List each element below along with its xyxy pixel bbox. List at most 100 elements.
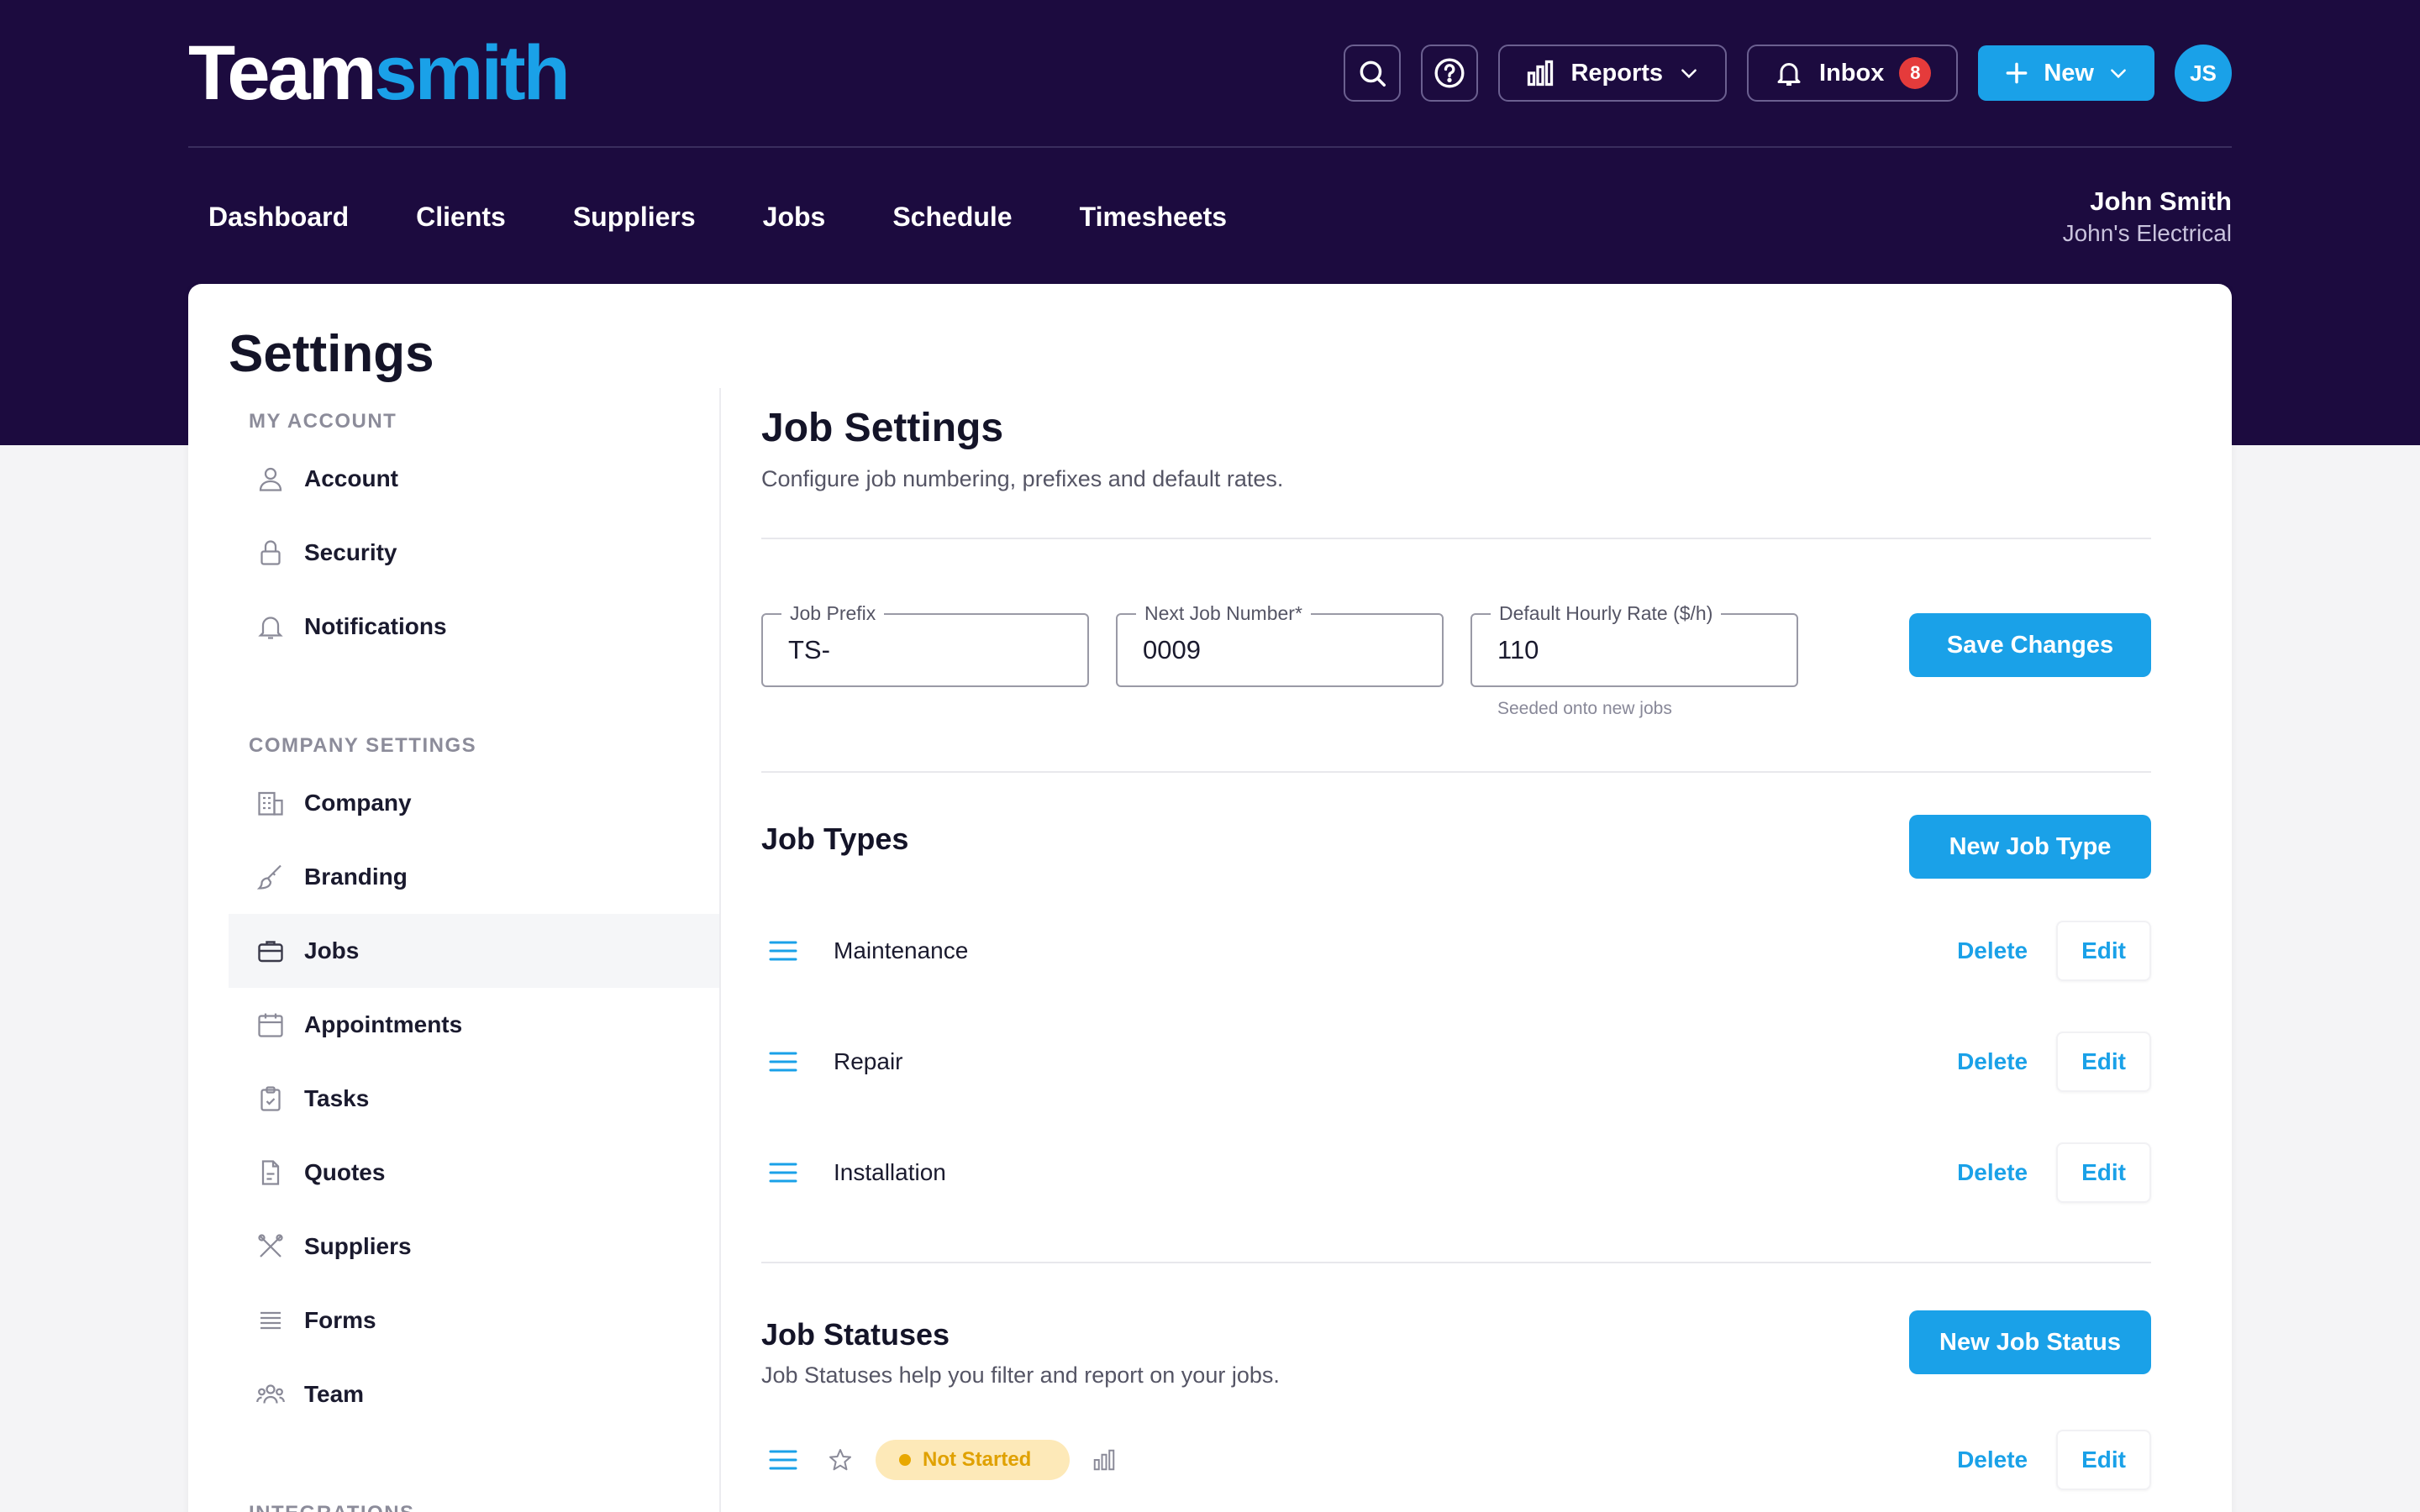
job-types-title: Job Types [761,822,909,856]
job-type-name: Installation [834,1159,946,1185]
sidebar-item-suppliers[interactable]: Suppliers [229,1210,719,1284]
job-types-header: Job Types New Job Type [761,815,2151,879]
status-dot [899,1454,911,1466]
sidebar-item-label: Suppliers [304,1233,412,1259]
drag-handle-icon[interactable] [766,1156,800,1189]
sidebar-item-label: Appointments [304,1011,463,1037]
job-type-actions: Delete Edit [1933,921,2151,981]
job-status-actions: Delete Edit [1933,1430,2151,1490]
sidebar-item-label: Tasks [304,1085,370,1111]
job-prefix-field[interactable]: Job Prefix TS- [761,602,1089,687]
sidebar-item-team[interactable]: Team [229,1357,719,1431]
next-job-number-field[interactable]: Next Job Number* 0009 [1116,602,1444,687]
star-icon[interactable] [827,1446,854,1473]
nav-suppliers[interactable]: Suppliers [573,202,696,233]
nav-timesheets[interactable]: Timesheets [1080,202,1228,233]
clipboard-check-icon [260,1086,281,1111]
inbox-label: Inbox [1819,59,1885,87]
settings-sidebar: MY ACCOUNT Account Security Notification… [229,388,721,1512]
job-prefix-value: TS- [788,635,830,664]
search-button[interactable] [1344,45,1402,102]
next-job-number-value: 0009 [1143,635,1201,664]
job-statuses-subtitle: Job Statuses help you filter and report … [761,1362,1280,1388]
job-settings-subtitle: Configure job numbering, prefixes and de… [761,466,1284,491]
user-avatar[interactable]: JS [2175,45,2232,102]
delete-button[interactable]: Delete [1933,1033,2051,1090]
lock-icon [260,540,281,565]
drag-handle-icon[interactable] [766,934,800,968]
sidebar-item-label: Security [304,539,397,565]
nav-links: Dashboard Clients Suppliers Jobs Schedul… [188,202,1227,233]
hourly-rate-helper: Seeded onto new jobs [1497,699,1672,718]
logo[interactable]: Teamsmith [188,34,571,112]
nav-schedule[interactable]: Schedule [892,202,1012,233]
delete-button[interactable]: Delete [1933,1144,2051,1201]
nav-jobs[interactable]: Jobs [763,202,826,233]
job-type-row: Maintenance Delete Edit [761,895,2151,1006]
sidebar-item-label: Quotes [304,1159,386,1185]
status-label: Not Started [923,1448,1032,1471]
sidebar-item-quotes[interactable]: Quotes [229,1136,719,1210]
delete-button[interactable]: Delete [1933,1431,2051,1488]
sidebar-item-company[interactable]: Company [229,766,719,840]
edit-button[interactable]: Edit [2056,1032,2151,1092]
status-badge: Not Started [876,1440,1071,1480]
new-job-type-button[interactable]: New Job Type [1909,815,2151,879]
nav-clients[interactable]: Clients [416,202,506,233]
drag-handle-icon[interactable] [766,1443,800,1477]
list-lines-icon [260,1311,281,1330]
new-job-status-button[interactable]: New Job Status [1909,1310,2151,1374]
main-nav: Dashboard Clients Suppliers Jobs Schedul… [188,150,2232,284]
job-type-row: Repair Delete Edit [761,1006,2151,1117]
sidebar-item-security[interactable]: Security [229,516,719,590]
edit-button[interactable]: Edit [2056,1142,2151,1203]
job-type-actions: Delete Edit [1933,1142,2151,1203]
sidebar-item-label: Jobs [304,937,360,963]
user-name: John Smith [2090,186,2232,216]
sidebar-item-tasks[interactable]: Tasks [229,1062,719,1136]
logo-part-smith: smith [374,30,571,116]
job-type-name: Maintenance [834,937,969,963]
delete-button[interactable]: Delete [1933,922,2051,979]
hourly-rate-label: Default Hourly Rate ($/h) [1491,602,1722,625]
brush-icon [256,864,281,890]
calendar-icon [258,1013,283,1037]
hourly-rate-field[interactable]: Default Hourly Rate ($/h) 110 Seeded ont… [1470,602,1798,718]
sidebar-item-label: Branding [304,864,408,890]
document-icon [261,1160,280,1185]
bell-icon [258,617,283,639]
header-actions: Reports Inbox 8 New JS [1344,45,2232,102]
chevron-down-icon [2111,69,2126,79]
sidebar-item-appointments[interactable]: Appointments [229,988,719,1062]
tools-icon [258,1234,283,1257]
sidebar-item-branding[interactable]: Branding [229,840,719,914]
app-header: Teamsmith Reports Inbox 8 New JS [188,0,2232,148]
sidebar-item-notifications[interactable]: Notifications [229,590,719,664]
plus-icon [2006,62,2028,84]
sidebar-item-label: Account [304,465,398,491]
help-button[interactable] [1421,45,1479,102]
bar-chart-icon[interactable] [1092,1447,1117,1473]
edit-button[interactable]: Edit [2056,921,2151,981]
job-type-name: Repair [834,1048,903,1074]
job-settings-content: Job Settings Configure job numbering, pr… [761,388,2151,1490]
drag-handle-icon[interactable] [766,1045,800,1079]
save-changes-button[interactable]: Save Changes [1909,613,2151,677]
user-info[interactable]: John Smith John's Electrical [2063,186,2232,247]
edit-button[interactable]: Edit [2056,1430,2151,1490]
inbox-count-badge: 8 [1899,57,1932,89]
sidebar-item-forms[interactable]: Forms [229,1284,719,1357]
job-types-list: Maintenance Delete Edit Repair Delete Ed… [761,895,2151,1228]
job-type-actions: Delete Edit [1933,1032,2151,1092]
sidebar-item-jobs[interactable]: Jobs [229,914,719,988]
job-statuses-header: Job Statuses Job Statuses help you filte… [761,1310,2151,1389]
logo-part-team: Team [188,30,377,116]
sidebar-item-label: Team [304,1381,365,1407]
nav-dashboard[interactable]: Dashboard [208,202,349,233]
inbox-button[interactable]: Inbox 8 [1747,45,1959,102]
new-button[interactable]: New [1978,45,2154,101]
building-icon [258,791,283,816]
reports-button[interactable]: Reports [1498,45,1728,102]
sidebar-item-account[interactable]: Account [229,442,719,516]
